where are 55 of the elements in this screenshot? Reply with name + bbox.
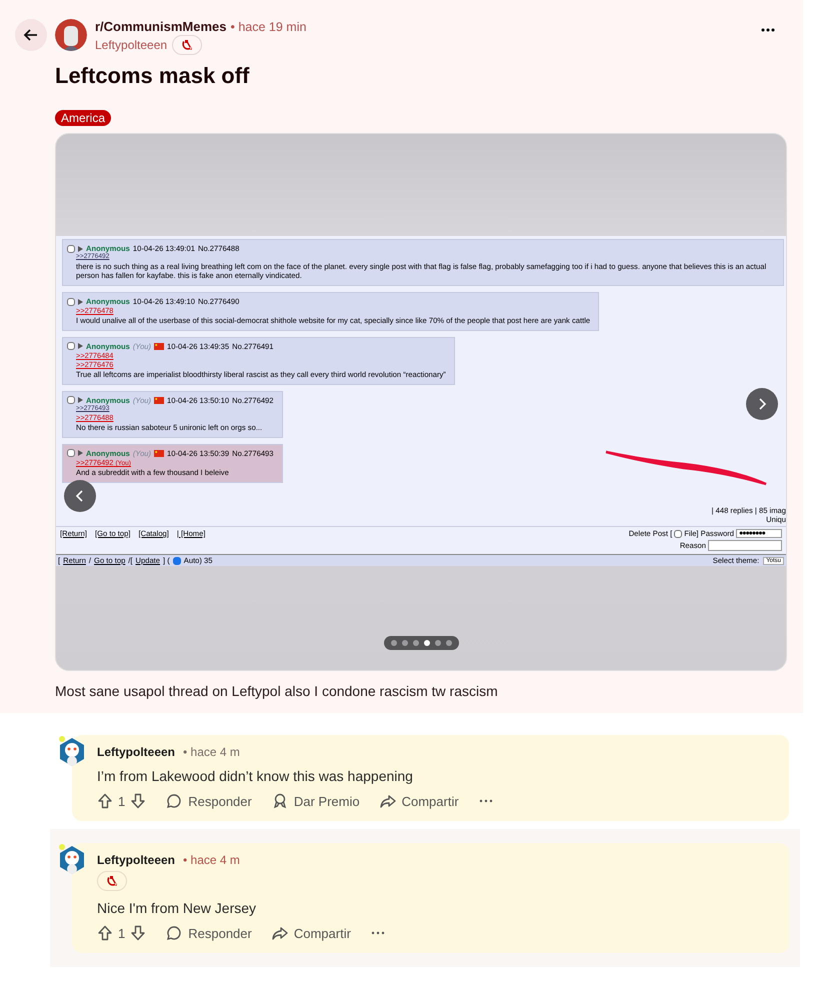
share-icon — [380, 793, 396, 809]
reply-button[interactable]: Responder — [166, 925, 252, 941]
checkbox[interactable] — [67, 342, 75, 350]
page-dot[interactable] — [391, 640, 397, 646]
flag-icon — [154, 342, 164, 350]
comment-author[interactable]: Leftypolteeen — [97, 745, 176, 759]
checkbox[interactable] — [67, 449, 75, 458]
triangle-icon — [78, 246, 83, 252]
comment-icon — [166, 925, 182, 941]
auto-checkbox[interactable] — [172, 556, 181, 564]
triangle-icon — [78, 397, 83, 404]
page-dot[interactable] — [413, 640, 419, 646]
flag-icon — [154, 450, 164, 457]
comment-icon — [166, 793, 182, 809]
comment-author[interactable]: Leftypolteeen — [97, 853, 176, 867]
upvote-icon[interactable] — [97, 793, 113, 809]
share-icon — [272, 925, 288, 941]
checkbox[interactable] — [67, 396, 75, 404]
page-dot[interactable] — [424, 640, 430, 646]
triangle-icon — [78, 343, 83, 350]
reason-field[interactable] — [708, 540, 782, 551]
share-button[interactable]: Compartir — [380, 793, 459, 809]
award-icon — [272, 793, 288, 809]
comment-text: Nice I'm from New Jersey — [97, 900, 258, 916]
more-icon[interactable] — [478, 799, 493, 803]
page-dot[interactable] — [435, 640, 441, 646]
award-button[interactable]: Dar Premio — [272, 793, 360, 809]
checkbox[interactable] — [67, 298, 75, 306]
downvote-icon[interactable] — [130, 925, 146, 941]
comment-text: I’m from Lakewood didn’t know this was happening — [97, 768, 414, 784]
post-author[interactable]: Leftypolteeen — [95, 38, 168, 52]
share-button[interactable]: Compartir — [272, 925, 351, 941]
downvote-icon[interactable] — [130, 793, 146, 809]
reply-button[interactable]: Responder — [166, 793, 252, 809]
more-icon[interactable] — [370, 931, 385, 935]
triangle-icon — [78, 450, 83, 456]
post-title: Leftcoms mask off — [55, 63, 250, 89]
vote-count: 1 — [118, 926, 126, 940]
back-button[interactable] — [15, 19, 47, 51]
post-flair[interactable]: America — [55, 110, 112, 126]
page-dot[interactable] — [402, 640, 408, 646]
arrow-left-icon — [23, 27, 39, 43]
file-checkbox[interactable] — [674, 530, 682, 538]
comment-time: • hace 4 m — [183, 853, 240, 867]
checkbox[interactable] — [67, 244, 75, 252]
triangle-icon — [78, 298, 83, 305]
comment-time: • hace 4 m — [183, 745, 240, 759]
subreddit-name[interactable]: r/CommunismMemes — [95, 19, 226, 34]
subreddit-avatar-icon[interactable] — [55, 19, 87, 51]
vote-count: 1 — [118, 794, 126, 808]
post-time: • hace 19 min — [230, 20, 306, 34]
flag-icon — [154, 396, 164, 404]
post-body: Most sane usapol thread on Leftypol also I condone rascism tw rascism — [55, 683, 499, 699]
upvote-icon[interactable] — [97, 925, 113, 941]
page-dot[interactable] — [446, 640, 452, 646]
